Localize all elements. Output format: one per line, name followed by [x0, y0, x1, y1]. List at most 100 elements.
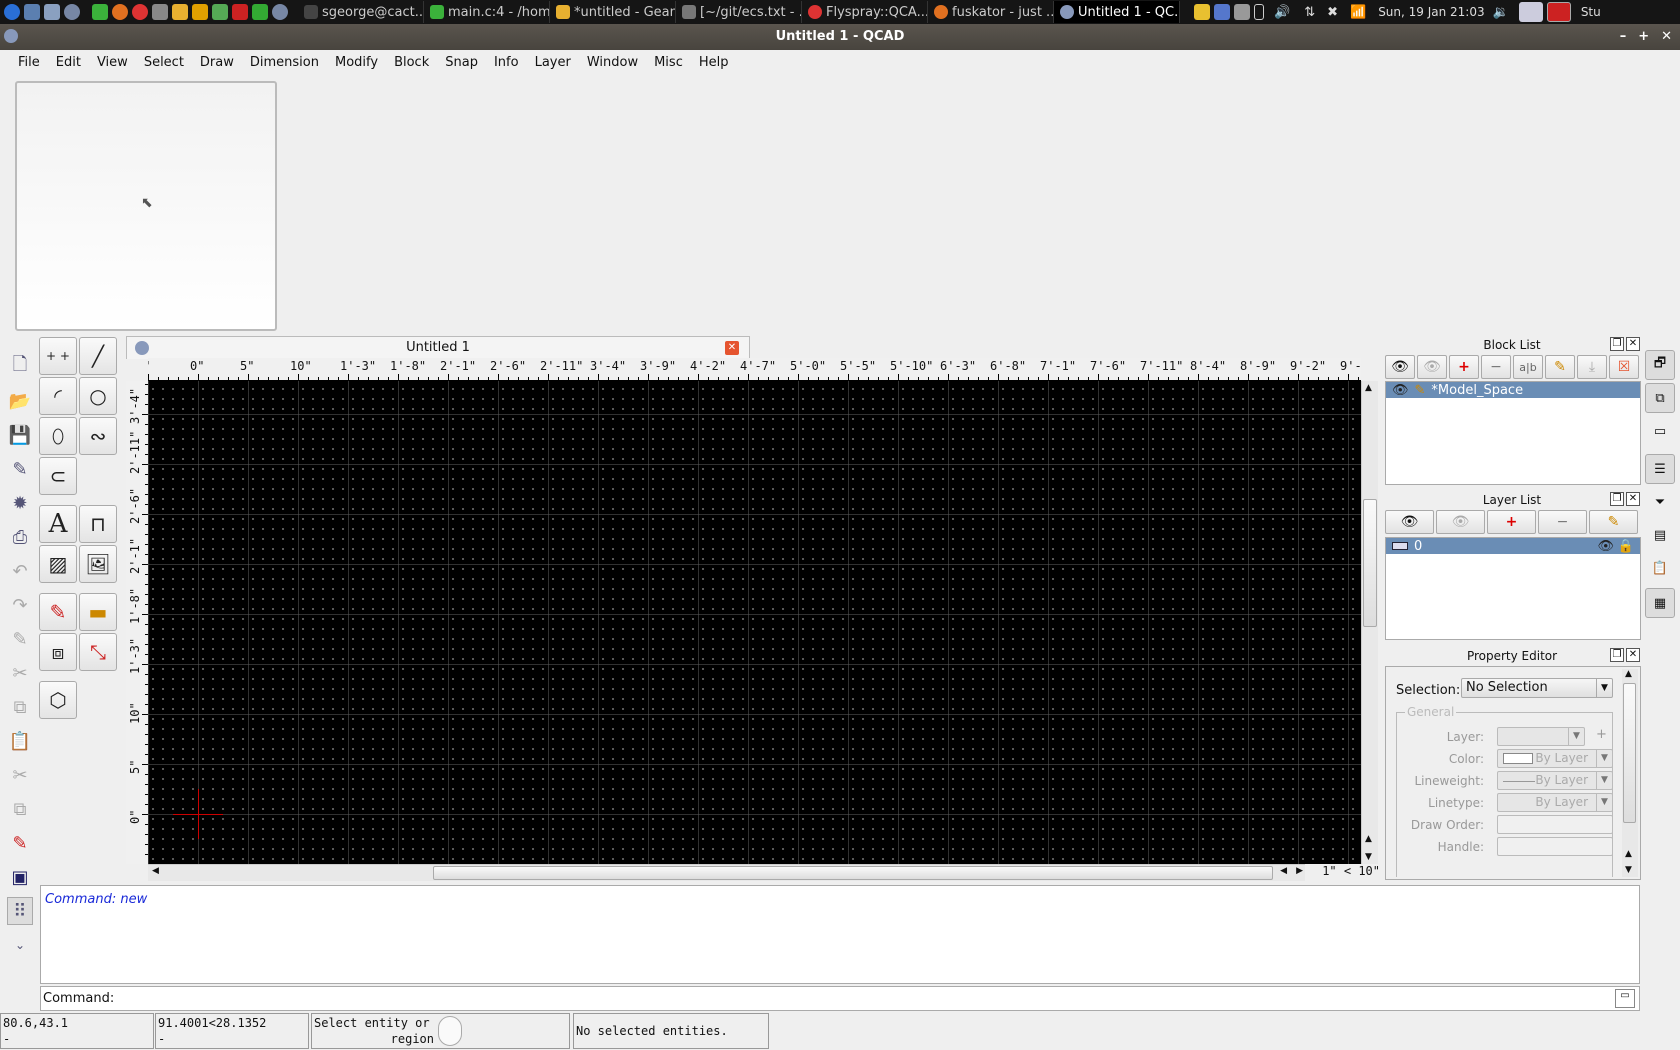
block-list-toggle-icon[interactable]: 🗗 — [1645, 350, 1675, 380]
polyline-tool-icon[interactable]: ⊂ — [39, 457, 77, 495]
save-as-icon[interactable]: ✎ — [7, 455, 33, 483]
empty-panel-icon[interactable]: ▭ — [1645, 416, 1675, 446]
desktop-icon[interactable] — [24, 4, 40, 20]
open-file-icon[interactable]: 📂 — [7, 387, 33, 415]
command-history-toggle-icon[interactable]: ▭ — [1615, 989, 1635, 1008]
draft-icon[interactable]: ✎ — [7, 625, 33, 653]
ellipse-tool-icon[interactable]: ⬯ — [39, 417, 77, 455]
edit-block-icon[interactable]: ✎ — [1545, 355, 1575, 379]
selection-dropdown[interactable]: No Selection ▼ — [1461, 678, 1613, 698]
property-scrollbar[interactable]: ▲ ▲ ▼ — [1622, 669, 1638, 877]
paste-icon[interactable]: 📋 — [7, 727, 33, 755]
new-file-icon[interactable]: 🗋 — [7, 353, 33, 381]
start-menu-icon[interactable] — [4, 4, 20, 20]
menu-draw[interactable]: Draw — [192, 55, 242, 70]
linetype-dropdown[interactable]: By Layer ▼ — [1497, 793, 1613, 812]
add-icon[interactable]: + — [1596, 727, 1607, 742]
measure-tool-icon[interactable]: ▬ — [79, 593, 117, 631]
visible-eye-icon[interactable]: 👁 — [1392, 383, 1409, 398]
copy-icon[interactable]: ⧉ — [7, 693, 33, 721]
tray-app-icon[interactable] — [1194, 4, 1210, 20]
delete-block-icon[interactable]: ☒ — [1609, 355, 1639, 379]
insert-block-icon[interactable]: ⤓ — [1577, 355, 1607, 379]
p-app-icon[interactable] — [252, 4, 268, 20]
cut-icon[interactable]: ✂ — [7, 659, 33, 687]
t-pager-icon[interactable] — [1546, 2, 1571, 22]
scroll-left-icon[interactable]: ◀ — [1280, 866, 1287, 876]
editor-launcher-icon[interactable] — [92, 4, 108, 20]
add-layer-icon[interactable]: + — [1487, 510, 1536, 534]
remove-layer-icon[interactable]: − — [1538, 510, 1587, 534]
clock[interactable]: Sun, 19 Jan 21:03 — [1378, 5, 1484, 19]
show-all-layers-icon[interactable]: 👁 — [1385, 510, 1434, 534]
hatch-tool-icon[interactable]: ▨ — [39, 545, 77, 583]
point-tool-icon[interactable]: + + — [39, 337, 77, 375]
command-line-toggle-icon[interactable]: ▦ — [1645, 588, 1675, 618]
menu-info[interactable]: Info — [486, 55, 527, 70]
rename-block-icon[interactable]: a|b — [1513, 355, 1543, 379]
close-document-icon[interactable]: ✕ — [725, 341, 739, 355]
task-fuskator[interactable]: fuskator - just ... — [928, 1, 1054, 23]
block-tool-icon[interactable]: ⧈ — [39, 633, 77, 671]
color-dropdown[interactable]: By Layer ▼ — [1497, 749, 1613, 768]
menu-misc[interactable]: Misc — [646, 55, 691, 70]
volume-icon[interactable]: 🔊 — [1274, 5, 1290, 20]
filter-icon[interactable]: ⏷ — [1645, 487, 1675, 517]
task-terminal[interactable]: sgeorge@cact... — [298, 1, 424, 23]
menu-block[interactable]: Block — [386, 55, 437, 70]
show-all-blocks-icon[interactable]: 👁 — [1385, 355, 1415, 379]
close-icon[interactable]: ✕ — [1626, 648, 1640, 662]
volume-icon[interactable]: 🔉 — [1493, 5, 1509, 20]
expand-toolbar-icon[interactable]: ⌄ — [7, 931, 33, 959]
block-list-item[interactable]: 👁 ✎ *Model_Space — [1386, 382, 1640, 398]
layer-list-item[interactable]: 0 👁 🔒 — [1386, 538, 1640, 554]
network-icon[interactable] — [1234, 4, 1250, 20]
chrome-icon[interactable] — [132, 4, 148, 20]
menu-help[interactable]: Help — [691, 55, 737, 70]
task-geany[interactable]: *untitled - Geany — [550, 1, 676, 23]
property-scroll-thumb[interactable] — [1623, 683, 1636, 823]
screen-icon[interactable]: ▣ — [7, 863, 33, 891]
scroll-right-icon[interactable]: ▶ — [1296, 866, 1303, 876]
minimize-button[interactable]: – — [1620, 24, 1627, 50]
edit-layer-icon[interactable]: ✎ — [1589, 510, 1638, 534]
3d-tool-icon[interactable]: ⬡ — [39, 681, 77, 719]
transfer-icon[interactable]: ⇅ — [1304, 5, 1315, 20]
spline-tool-icon[interactable]: ∾ — [79, 417, 117, 455]
file-manager-icon[interactable] — [44, 4, 60, 20]
modify-tool-icon[interactable]: ✎ — [39, 593, 77, 631]
redo-icon[interactable]: ↷ — [7, 591, 33, 619]
search-icon[interactable] — [272, 4, 288, 20]
task-flyspray[interactable]: Flyspray::QCA... — [802, 1, 928, 23]
wifi-icon[interactable]: 📶 — [1350, 5, 1366, 20]
scroll-down-icon[interactable]: ▼ — [1365, 852, 1372, 862]
lineweight-dropdown[interactable]: By Layer ▼ — [1497, 771, 1613, 790]
line-tool-icon[interactable]: ╱ — [79, 337, 117, 375]
clipboard-icon[interactable]: 📋 — [1645, 553, 1675, 583]
copy-reference-icon[interactable]: ⧉ — [7, 795, 33, 823]
vertical-scrollbar[interactable]: ▲ ▲ ▼ — [1361, 381, 1378, 864]
hide-all-layers-icon[interactable]: 👁 — [1436, 510, 1485, 534]
add-block-icon[interactable]: + — [1449, 355, 1479, 379]
geany-icon[interactable] — [172, 4, 188, 20]
edit-pencil-icon[interactable]: ✎ — [1415, 383, 1426, 398]
property-editor-toggle-icon[interactable]: ☰ — [1645, 454, 1675, 484]
firefox-icon[interactable] — [112, 4, 128, 20]
arc-tool-icon[interactable]: ◜ — [39, 377, 77, 415]
lock-icon[interactable]: 🔒 — [1618, 539, 1634, 554]
calculator-icon[interactable] — [152, 4, 168, 20]
draw-order-field[interactable] — [1497, 815, 1613, 834]
qcad-launcher-icon[interactable] — [64, 4, 80, 20]
image-tool-icon[interactable]: 🖼 — [79, 545, 117, 583]
circle-tool-icon[interactable]: ○ — [79, 377, 117, 415]
select-tool-icon[interactable]: ⤡ — [79, 633, 117, 671]
remove-block-icon[interactable]: − — [1481, 355, 1511, 379]
scroll-up-icon[interactable]: ▲ — [1625, 669, 1632, 679]
layer-dropdown[interactable]: ▼ — [1497, 727, 1585, 746]
menu-window[interactable]: Window — [579, 55, 646, 70]
print-icon[interactable]: ⎙ — [7, 523, 33, 551]
horizontal-scroll-thumb[interactable] — [433, 866, 1273, 880]
task-main-c[interactable]: main.c:4 - /hom... — [424, 1, 550, 23]
menu-dimension[interactable]: Dimension — [242, 55, 327, 70]
save-icon[interactable]: 💾 — [7, 421, 33, 449]
